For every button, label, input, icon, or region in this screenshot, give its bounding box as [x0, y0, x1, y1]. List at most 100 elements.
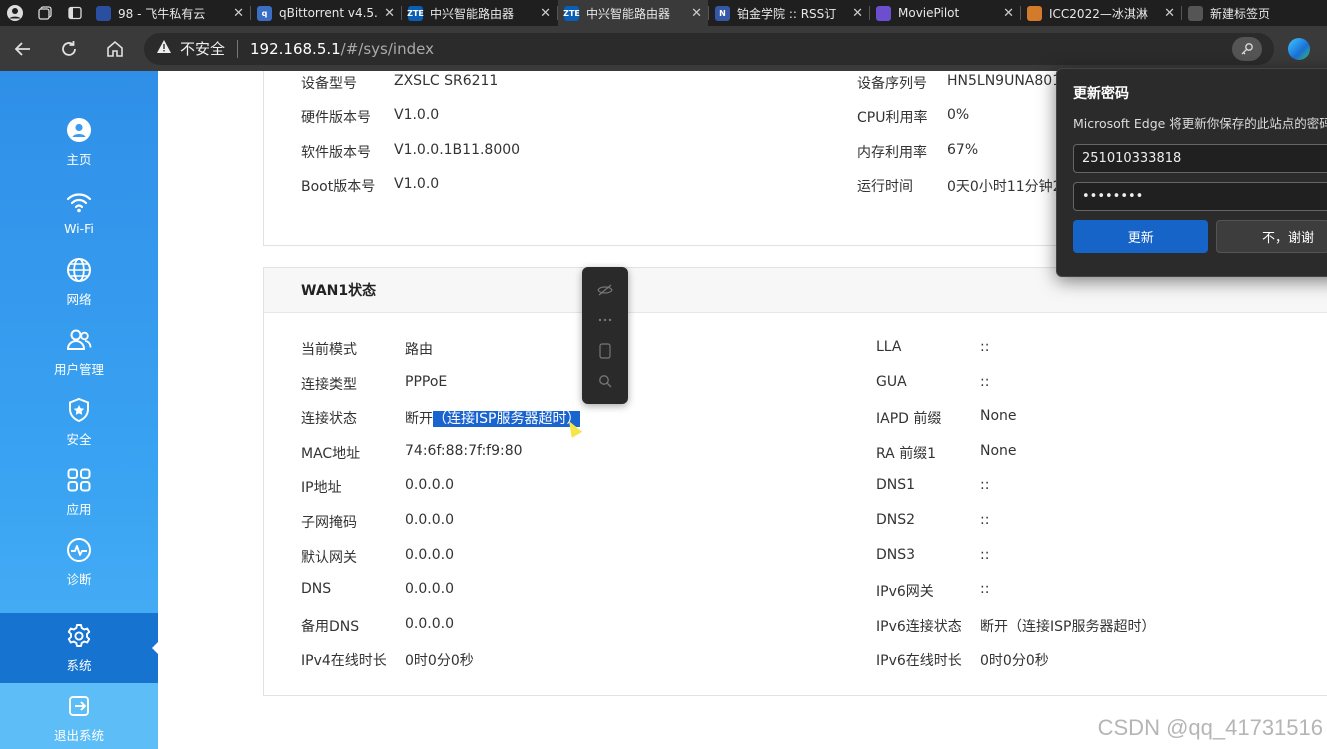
warning-triangle-icon[interactable]	[156, 39, 172, 58]
wan-label: IPv6网关	[876, 584, 934, 601]
sidebar-item[interactable]: 退出系统	[0, 683, 158, 749]
security-status-label[interactable]: 不安全	[180, 38, 225, 59]
wan-value-text: 0时0分0秒	[980, 653, 1049, 670]
wan-value: ::	[980, 339, 989, 355]
device-info-value: 0天0小时11分钟2	[947, 176, 1062, 196]
sidebar-item[interactable]: 用户管理	[0, 317, 158, 387]
tab-favicon-icon: q	[257, 5, 272, 21]
device-info-value-text: ZXSLC SR6211	[394, 72, 499, 89]
sidebar-item[interactable]: 安全	[0, 387, 158, 457]
tab-title: 98 - 飞牛私有云	[118, 6, 206, 21]
tab-close-icon[interactable]: ✕	[997, 6, 1014, 21]
browser-tab[interactable]: ZTE 中兴智能路由器 ✕	[402, 0, 557, 26]
tab-actions-icon[interactable]	[60, 0, 90, 26]
sidebar-item[interactable]: 系统	[0, 613, 158, 683]
browser-tab[interactable]: 新建标签页	[1182, 0, 1292, 26]
wan-value-text: 0.0.0.0	[405, 615, 454, 632]
browser-tab[interactable]: 98 - 飞牛私有云 ✕	[90, 0, 250, 26]
wan-label: DNS3	[876, 546, 916, 563]
sidebar-item-label: 系统	[66, 657, 92, 673]
browser-tab[interactable]: MoviePilot ✕	[870, 0, 1020, 26]
username-field[interactable]: 251010333818	[1073, 144, 1327, 173]
wan-value: None	[980, 443, 1017, 459]
sidebar-item[interactable]: 诊断	[0, 527, 158, 597]
no-thanks-button[interactable]: 不，谢谢	[1216, 220, 1327, 253]
wan-value-text: ::	[980, 512, 990, 528]
sidebar-item[interactable]: 主页	[0, 107, 158, 177]
watermark-text: CSDN @qq_41731516	[1097, 715, 1323, 740]
wan-value: 0.0.0.0	[405, 616, 454, 632]
device-info-value-text: HN5LN9UNA8018	[947, 72, 1071, 89]
tab-favicon-icon: ZTE	[563, 5, 580, 21]
sidebar-item-label: Wi-Fi	[64, 220, 94, 236]
browser-tab[interactable]: N 铂金学院 :: RSS订 ✕	[709, 0, 869, 26]
tab-close-icon[interactable]: ✕	[685, 6, 702, 21]
search-icon[interactable]	[594, 370, 616, 392]
device-info-value-text: 67%	[947, 141, 979, 158]
update-button[interactable]: 更新	[1073, 220, 1209, 253]
device-info-value: HN5LN9UNA8018	[947, 73, 1070, 89]
gear-icon	[66, 623, 92, 649]
profile-avatar-icon[interactable]	[0, 0, 30, 26]
tab-favicon-icon	[1188, 5, 1203, 21]
password-key-icon[interactable]	[1232, 36, 1262, 61]
more-options-icon[interactable]	[594, 309, 616, 331]
tab-close-icon[interactable]: ✕	[378, 6, 395, 21]
wan-value: 0.0.0.0	[405, 477, 454, 493]
tab-title: qBittorrent v4.5.	[279, 6, 378, 20]
wan-value: ::	[980, 374, 989, 390]
device-info-label: 设备型号	[301, 75, 357, 92]
url-omnibox[interactable]: 不安全 192.168.5.1/#/sys/index	[144, 32, 1274, 65]
tab-close-icon[interactable]: ✕	[1158, 6, 1175, 21]
wan-value: ::	[980, 477, 989, 493]
wan-label: IP地址	[301, 480, 342, 497]
wan-value: 74:6f:88:7f:f9:80	[405, 443, 523, 459]
wan-label: IPv6连接状态	[876, 618, 962, 635]
copy-icon[interactable]	[594, 340, 616, 362]
tab-close-icon[interactable]: ✕	[534, 6, 551, 21]
tab-title: ICC2022—冰淇淋	[1049, 6, 1148, 21]
tab-close-icon[interactable]: ✕	[227, 6, 244, 21]
wan-value-text: ::	[980, 546, 990, 563]
wan-value: ::	[980, 581, 989, 597]
workspaces-icon[interactable]	[30, 0, 60, 26]
refresh-icon[interactable]	[46, 26, 92, 71]
password-field[interactable]: ••••••••	[1073, 182, 1327, 211]
tab-favicon-icon: ZTE	[407, 5, 424, 21]
device-info-value: ZXSLC SR6211	[394, 73, 498, 89]
wan-label: GUA	[876, 373, 907, 390]
tab-close-icon[interactable]: ✕	[846, 6, 863, 21]
browser-tab[interactable]: q qBittorrent v4.5. ✕	[251, 0, 401, 26]
tab-favicon-icon	[1027, 5, 1042, 21]
sidebar-item[interactable]: 应用	[0, 457, 158, 527]
tab-title: MoviePilot	[898, 6, 960, 20]
tab-title: 中兴智能路由器	[586, 6, 671, 21]
wan-label: DNS2	[876, 512, 916, 528]
url-host: 192.168.5.1	[250, 39, 341, 58]
hide-eye-icon[interactable]	[594, 279, 616, 301]
wan-value-text: 0时0分0秒	[405, 653, 474, 670]
wan-value-text: PPPoE	[405, 373, 448, 390]
wan-label: 备用DNS	[301, 618, 360, 635]
device-info-value: V1.0.0	[394, 107, 439, 123]
users-icon	[66, 327, 92, 353]
wan-value-text: 0.0.0.0	[405, 581, 454, 598]
sidebar-item[interactable]: 网络	[0, 247, 158, 317]
sidebar-item[interactable]: Wi-Fi	[0, 177, 158, 247]
pulse-icon	[66, 537, 92, 563]
selected-text-highlight[interactable]: （连接ISP服务器超时）	[433, 411, 581, 428]
apps-icon	[66, 467, 92, 493]
browser-tab[interactable]: ICC2022—冰淇淋 ✕	[1021, 0, 1181, 26]
tab-title: 铂金学院 :: RSS订	[737, 6, 837, 21]
sidebar-item-label: 主页	[66, 151, 92, 167]
wan-label: 连接类型	[301, 376, 357, 393]
back-arrow-icon[interactable]	[0, 26, 46, 71]
browser-tab[interactable]: ZTE 中兴智能路由器 ✕	[558, 0, 708, 26]
wan-value-text: None	[980, 408, 1017, 425]
wan-value: 0时0分0秒	[980, 650, 1049, 670]
wan-label: 连接状态	[301, 411, 357, 428]
home-icon[interactable]	[92, 26, 138, 71]
wan-value-text: 断开	[405, 411, 433, 428]
shield-icon	[66, 397, 92, 423]
edge-copilot-icon[interactable]	[1288, 37, 1310, 60]
